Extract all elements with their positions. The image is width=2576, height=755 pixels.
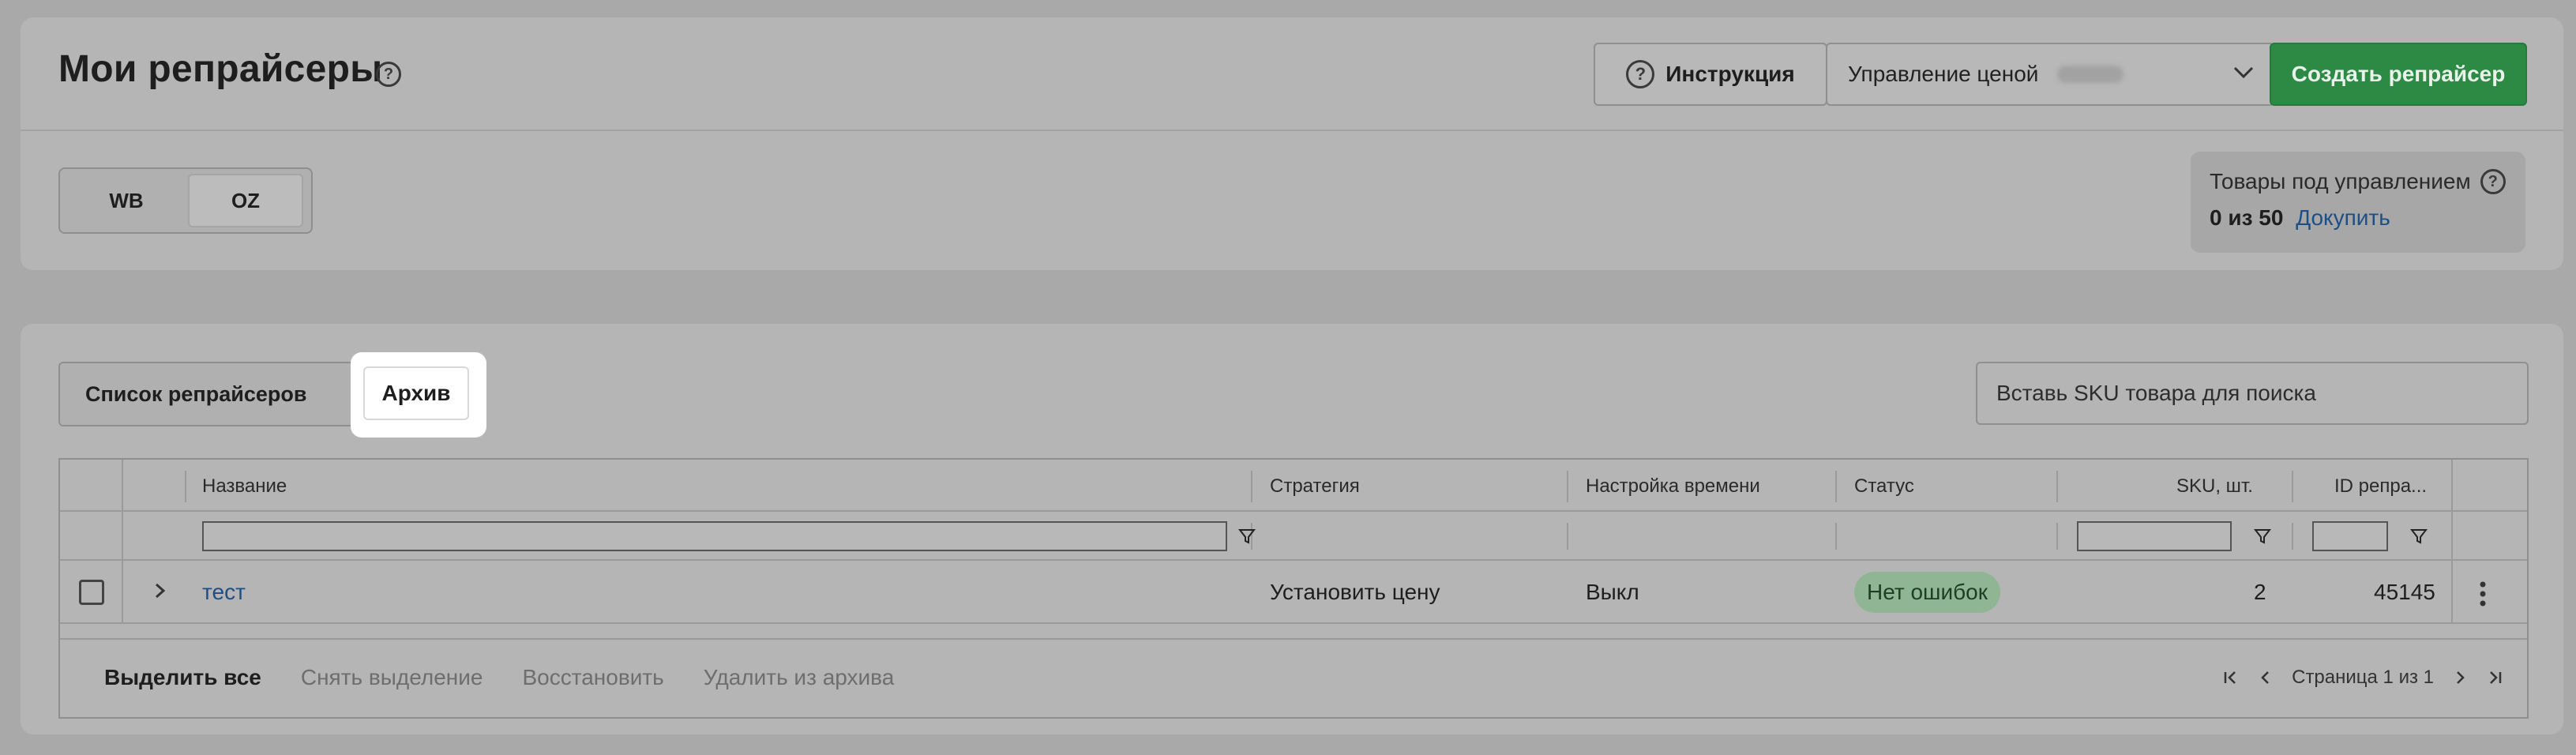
time-cell: Выкл [1586, 580, 1639, 604]
sku-filter-input[interactable] [2077, 521, 2232, 551]
marketplace-switch: WB OZ [58, 167, 313, 234]
pagination: Страница 1 из 1 [2222, 667, 2503, 689]
marketplace-wb[interactable]: WB [65, 174, 188, 227]
tab-list[interactable]: Список репрайсеров [85, 363, 306, 425]
managed-goods-box: Товары под управлением ? 0 из 50 Докупит… [2191, 152, 2525, 253]
repricers-table: Название Стратегия Настройка времени Ста… [58, 458, 2529, 719]
filter-icon[interactable] [2410, 528, 2428, 545]
prev-page-icon[interactable] [2257, 669, 2274, 686]
first-page-icon[interactable] [2222, 669, 2240, 686]
repricer-name-link[interactable]: тест [202, 580, 246, 605]
price-select-value: Управление ценой [1848, 62, 2039, 86]
managed-label: Товары под управлением [2210, 169, 2471, 193]
page-info: Страница 1 из 1 [2292, 667, 2434, 688]
next-page-icon[interactable] [2451, 669, 2469, 686]
repricers-card: Список репрайсеров Архив Название Страте… [21, 324, 2563, 734]
instruction-label: Инструкция [1665, 62, 1795, 86]
chevron-down-icon [2233, 66, 2254, 79]
deselect-button[interactable]: Снять выделение [301, 665, 483, 690]
col-header-sku[interactable]: SKU, шт. [2176, 475, 2253, 498]
id-filter-input[interactable] [2312, 521, 2388, 551]
delete-from-archive-button[interactable]: Удалить из архива [704, 665, 895, 690]
header-card: Мои репрайсеры ? ? Инструкция Управление… [21, 17, 2563, 270]
marketplace-oz[interactable]: OZ [188, 174, 303, 227]
instruction-button[interactable]: ? Инструкция [1594, 43, 1827, 106]
name-filter-input[interactable] [202, 521, 1227, 551]
col-header-strategy[interactable]: Стратегия [1270, 475, 1360, 498]
more-vertical-icon[interactable] [2467, 578, 2499, 610]
col-header-name[interactable]: Название [202, 475, 287, 498]
blurred-account-name [2057, 66, 2124, 83]
filter-icon[interactable] [2254, 528, 2271, 545]
table-header-row: Название Стратегия Настройка времени Ста… [60, 460, 2527, 512]
buy-more-link[interactable]: Докупить [2296, 205, 2390, 230]
col-header-id[interactable]: ID репра... [2334, 475, 2427, 498]
help-icon: ? [1626, 60, 1655, 88]
chevron-right-icon[interactable] [148, 577, 172, 605]
price-management-select[interactable]: Управление ценой [1826, 43, 2274, 106]
last-page-icon[interactable] [2486, 669, 2503, 686]
table-row[interactable]: тест Установить цену Выкл Нет ошибок 2 4… [60, 561, 2527, 624]
table-footer: Выделить все Снять выделение Восстановит… [60, 638, 2527, 719]
status-badge: Нет ошибок [1854, 572, 2001, 613]
create-repricer-button[interactable]: Создать репрайсер [2270, 43, 2527, 106]
col-header-status[interactable]: Статус [1854, 475, 1914, 498]
strategy-cell: Установить цену [1270, 580, 1440, 604]
col-header-time[interactable]: Настройка времени [1586, 475, 1760, 498]
filter-icon[interactable] [1238, 528, 1256, 545]
page-title: Мои репрайсеры [58, 48, 383, 90]
select-all-button[interactable]: Выделить все [104, 665, 261, 690]
table-filter-row [60, 512, 2527, 561]
title-help-icon[interactable]: ? [376, 62, 401, 87]
sku-cell: 2 [2254, 580, 2266, 604]
id-cell: 45145 [2374, 580, 2435, 604]
header-divider [21, 130, 2563, 131]
restore-button[interactable]: Восстановить [522, 665, 663, 690]
tab-archive[interactable]: Архив [363, 366, 469, 420]
sku-search-input[interactable] [1976, 362, 2529, 425]
row-checkbox[interactable] [79, 580, 104, 605]
tabs: Список репрайсеров Архив [58, 354, 485, 436]
tab-archive-highlight: Архив [352, 354, 485, 436]
managed-help-icon[interactable]: ? [2480, 169, 2506, 194]
managed-count: 0 из 50 [2210, 205, 2284, 230]
